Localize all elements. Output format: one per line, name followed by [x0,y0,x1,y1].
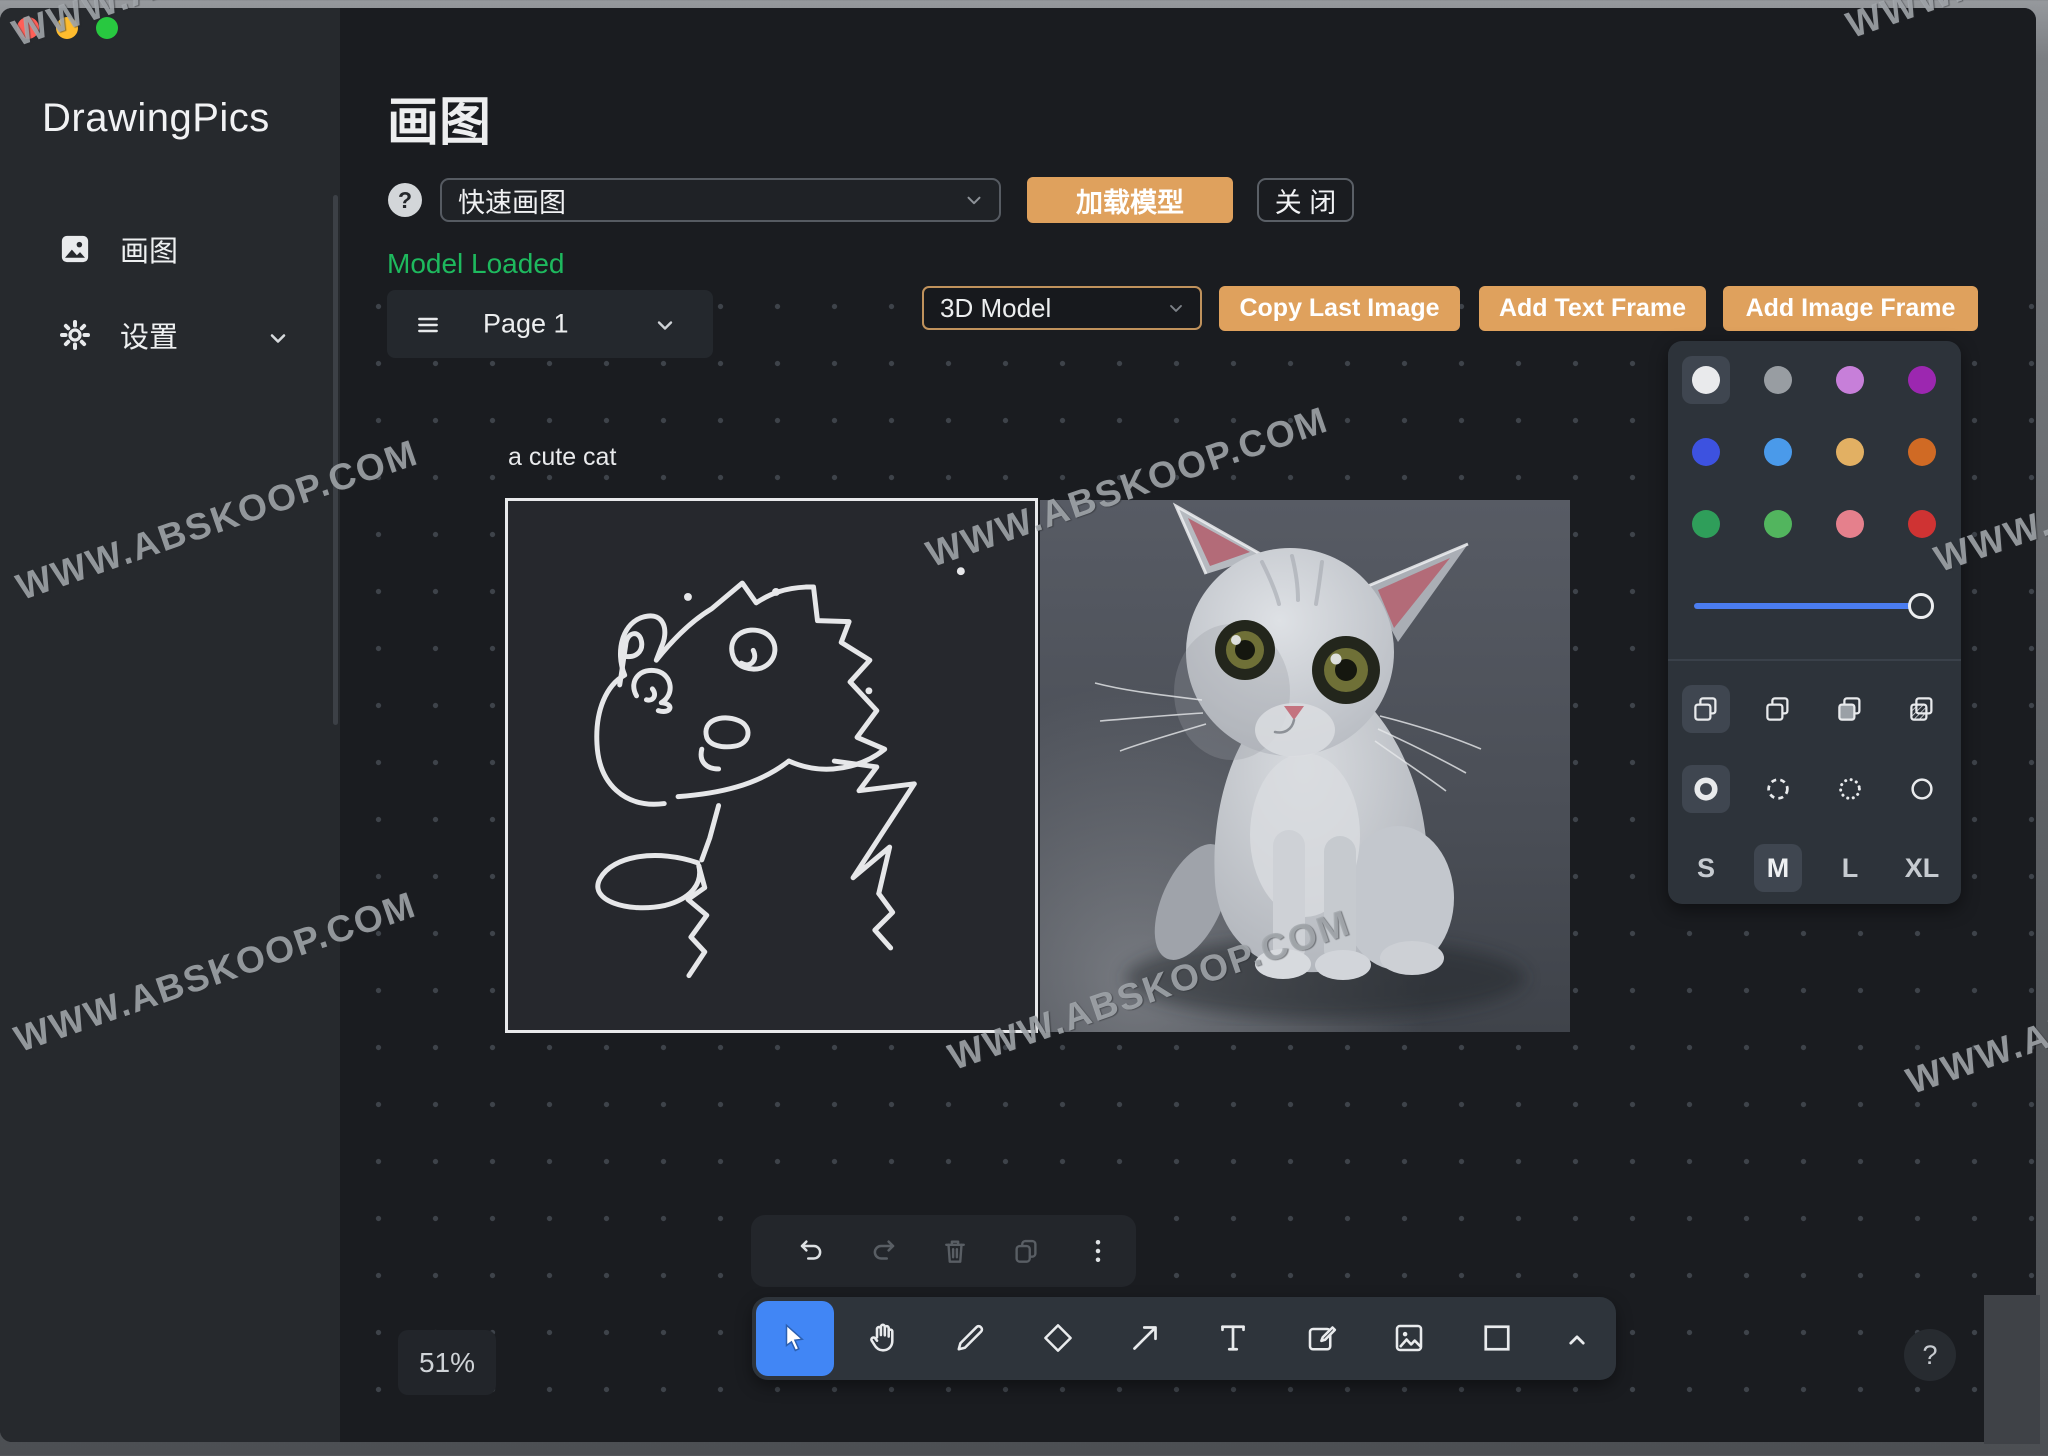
drawing-toolbar [752,1297,1616,1380]
size-label: M [1766,852,1790,883]
gear-icon [60,320,90,350]
color-swatch[interactable] [1908,438,1936,466]
opacity-slider-track[interactable] [1694,603,1922,609]
size-option-l[interactable]: L [1826,844,1874,892]
pencil-tool-icon[interactable] [952,1320,988,1356]
chevron-down-icon [963,189,985,211]
model-select[interactable]: 3D Model [922,286,1202,330]
undo-icon[interactable] [797,1236,827,1266]
color-swatch[interactable] [1908,366,1936,394]
duplicate-icon[interactable] [1011,1236,1041,1266]
select-tool-cursor-icon[interactable] [776,1320,812,1356]
more-options-icon[interactable] [1083,1236,1113,1266]
stroke-style-dotted[interactable] [1826,765,1874,813]
background-window-sliver [1984,1295,2040,1444]
sidebar-item-label: 画图 [120,236,179,268]
add-text-frame-button[interactable]: Add Text Frame [1479,286,1706,331]
zoom-level-badge[interactable]: 51% [398,1330,496,1395]
color-swatch[interactable] [1764,438,1792,466]
desktop: { "watermark": { "text": "WWW.ABSKOOP.CO… [0,0,2048,1456]
delete-icon[interactable] [940,1236,970,1266]
sidebar-scrollbar[interactable] [333,195,338,725]
sidebar-item-label: 设置 [120,322,179,354]
redo-icon[interactable] [868,1236,898,1266]
add-image-frame-button[interactable]: Add Image Frame [1723,286,1978,331]
model-select-value: 3D Model [940,292,1052,323]
window-minimize-button[interactable] [56,17,78,39]
color-swatch[interactable] [1836,366,1864,394]
window-close-button[interactable] [17,17,39,39]
rectangle-tool-icon[interactable] [1479,1320,1515,1356]
sketch-frame[interactable] [505,498,1038,1033]
color-swatch[interactable] [1908,510,1936,538]
chevron-down-icon[interactable] [266,326,290,350]
app-brand: DrawingPics [42,96,270,140]
arrow-tool-icon[interactable] [1127,1320,1163,1356]
frame-prompt-label[interactable]: a cute cat [508,443,616,472]
sidebar-item-settings[interactable]: 设置 [60,314,178,356]
stroke-style-bold[interactable] [1682,765,1730,813]
chevron-down-icon [1166,298,1186,318]
image-tool-icon[interactable] [1391,1320,1427,1356]
fill-style-hachure[interactable] [1754,685,1802,733]
image-icon [60,234,90,264]
color-swatch[interactable] [1764,510,1792,538]
sidebar: DrawingPics 画图 设置 [0,8,340,1442]
stroke-style-dashed[interactable] [1754,765,1802,813]
chevron-down-icon[interactable] [653,313,677,337]
color-swatch[interactable] [1692,510,1720,538]
color-swatch[interactable] [1692,438,1720,466]
help-icon[interactable]: ? [388,183,422,217]
load-model-button[interactable]: 加载模型 [1027,177,1233,223]
eraser-tool-icon[interactable] [1040,1320,1076,1356]
fill-style-transparent[interactable] [1682,685,1730,733]
mode-select[interactable]: 快速画图 [440,178,1001,222]
hand-tool-icon[interactable] [865,1320,901,1356]
cat-sketch-drawing [594,567,965,979]
model-status: Model Loaded [387,248,565,279]
page-title: 画图 [387,94,492,152]
edit-frame-tool-icon[interactable] [1304,1320,1340,1356]
style-panel: S M L XL [1668,341,1961,904]
opacity-slider-thumb[interactable] [1908,593,1934,619]
sidebar-item-draw[interactable]: 画图 [60,228,178,270]
hamburger-icon[interactable] [415,312,441,338]
app-window: DrawingPics 画图 设置 画图 ? 快速画图 加载模型 关 闭 Mod… [0,8,2036,1442]
size-label: XL [1904,852,1940,883]
stroke-style-thin[interactable] [1898,765,1946,813]
text-tool-icon[interactable] [1215,1320,1251,1356]
help-button[interactable]: ? [1904,1329,1956,1381]
color-swatch[interactable] [1836,438,1864,466]
mode-select-value: 快速画图 [458,187,566,218]
close-button[interactable]: 关 闭 [1257,178,1354,222]
color-swatch[interactable] [1764,366,1792,394]
size-label: S [1696,852,1715,883]
color-swatch[interactable] [1692,366,1720,394]
chevron-up-icon[interactable] [1562,1325,1598,1361]
generated-cat-image [1040,500,1570,1032]
page-label: Page 1 [483,308,569,339]
window-zoom-button[interactable] [96,17,118,39]
edit-actions-bar [751,1215,1136,1287]
size-option-xl[interactable]: XL [1898,844,1946,892]
size-option-m[interactable]: M [1754,844,1802,892]
size-label: L [1841,852,1859,883]
page-menu[interactable]: Page 1 [387,290,713,358]
color-swatch[interactable] [1836,510,1864,538]
fill-style-solid[interactable] [1826,685,1874,733]
size-option-s[interactable]: S [1682,844,1730,892]
fill-style-crosshatch[interactable] [1898,685,1946,733]
panel-divider [1668,659,1961,661]
generated-image-frame[interactable] [1040,500,1570,1032]
copy-last-image-button[interactable]: Copy Last Image [1219,286,1460,331]
